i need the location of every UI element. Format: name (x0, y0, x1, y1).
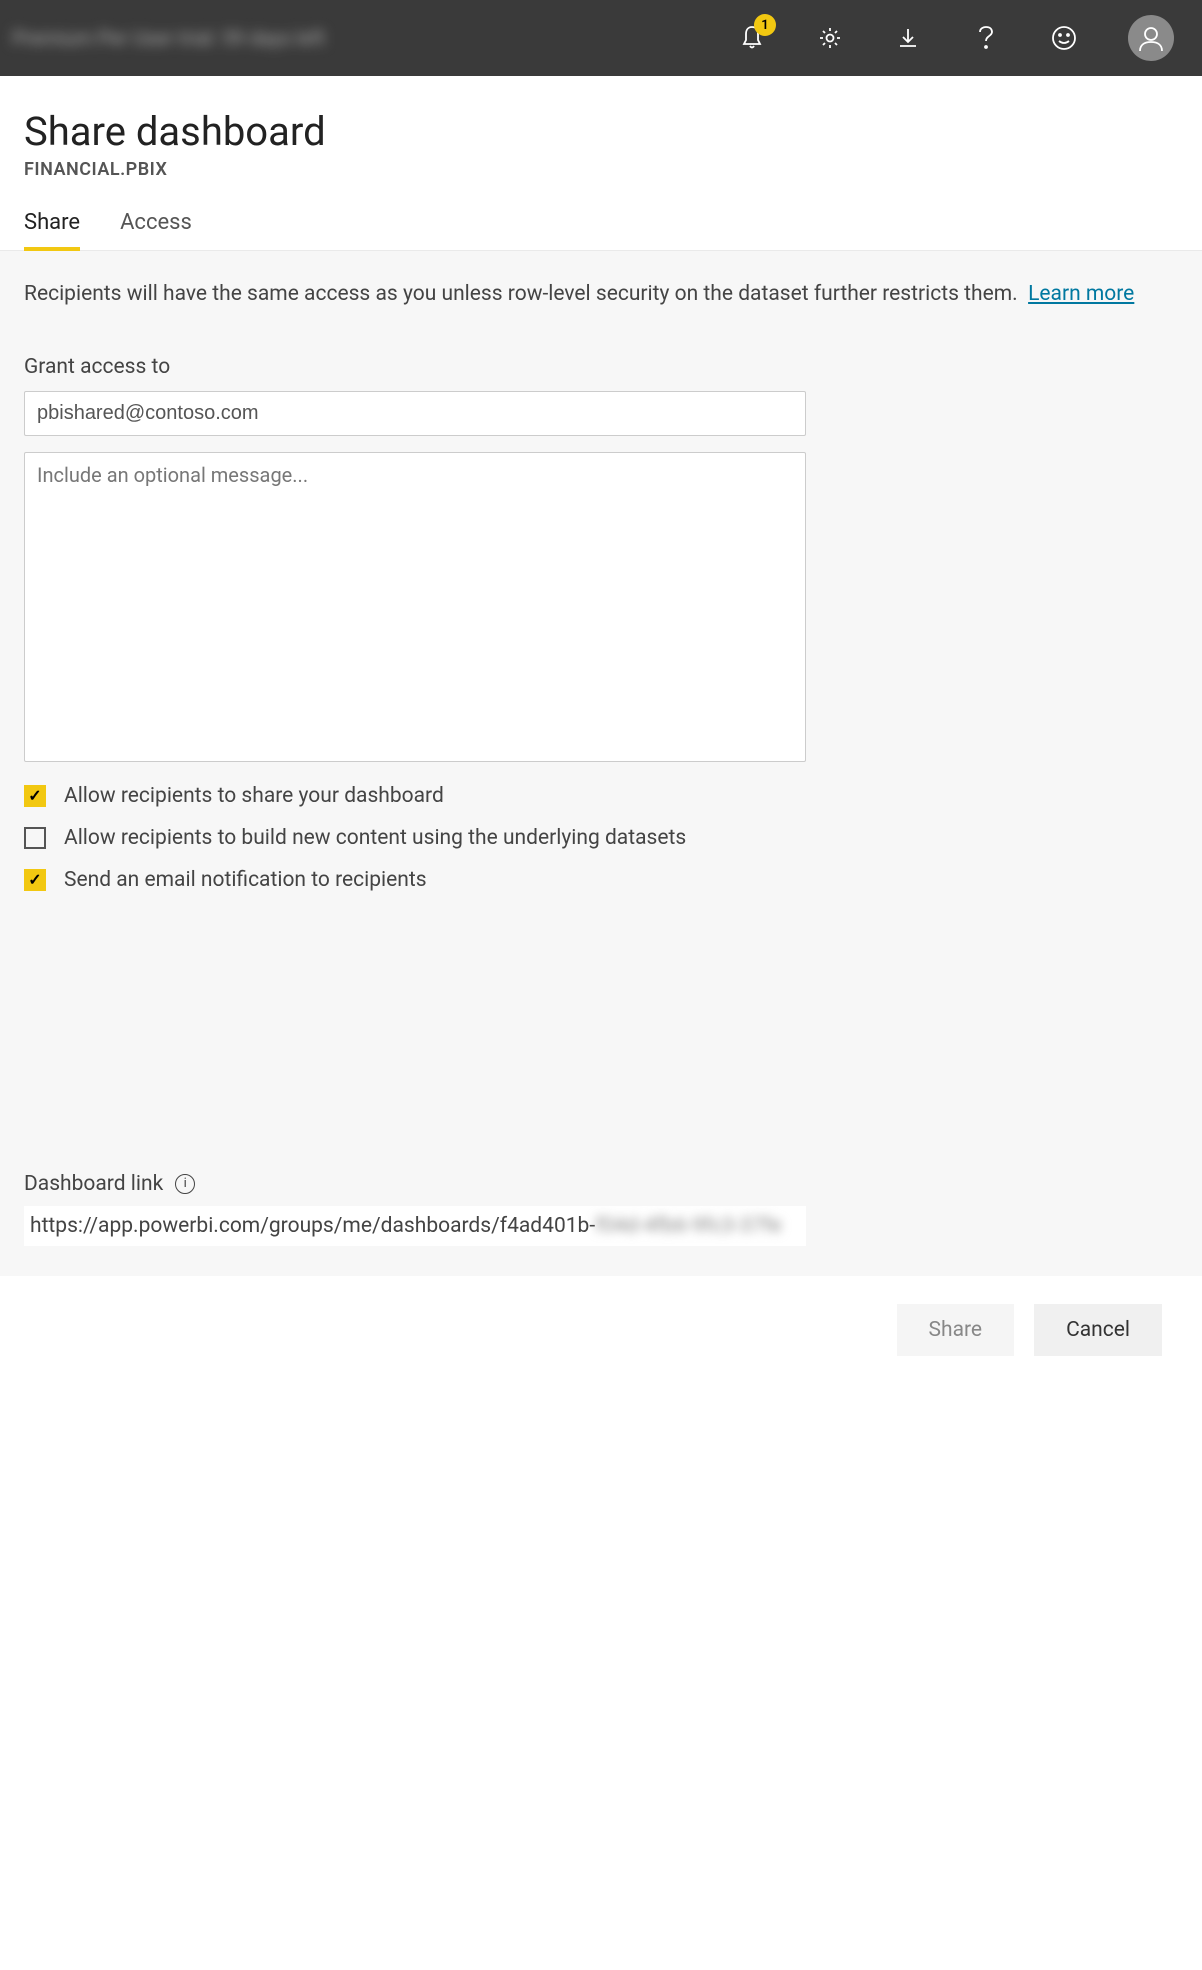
checkbox-send-email-label: Send an email notification to recipients (64, 868, 427, 892)
tabs: Share Access (0, 180, 1202, 251)
dashboard-link-hidden: f04d-4fb6-9fc3-37fe (595, 1214, 781, 1238)
footer: Share Cancel (0, 1276, 1202, 1396)
learn-more-link[interactable]: Learn more (1028, 282, 1134, 306)
share-panel: Recipients will have the same access as … (0, 251, 1202, 1276)
checkbox-allow-build-label: Allow recipients to build new content us… (64, 826, 686, 850)
feedback-button[interactable] (1050, 24, 1078, 52)
topbar-actions: 1 (738, 15, 1174, 61)
cancel-button[interactable]: Cancel (1034, 1304, 1162, 1356)
grant-access-label: Grant access to (24, 355, 1178, 379)
checkbox-row-allow-build: Allow recipients to build new content us… (24, 826, 1178, 850)
message-input[interactable] (24, 452, 806, 762)
user-avatar[interactable] (1128, 15, 1174, 61)
intro-main: Recipients will have the same access as … (24, 282, 1018, 306)
tab-access[interactable]: Access (120, 210, 192, 251)
checkbox-row-allow-share: Allow recipients to share your dashboard (24, 784, 1178, 808)
file-name: FINANCIAL.PBIX (24, 159, 1178, 180)
info-icon[interactable]: i (175, 1174, 195, 1194)
checkbox-allow-build[interactable] (24, 827, 46, 849)
checkbox-row-send-email: Send an email notification to recipients (24, 868, 1178, 892)
notification-badge: 1 (754, 14, 776, 36)
download-button[interactable] (894, 24, 922, 52)
trial-status: Premium Per User trial: 59 days left (12, 26, 325, 50)
notifications-button[interactable]: 1 (738, 24, 766, 52)
tab-share[interactable]: Share (24, 210, 80, 251)
dashboard-link-label-text: Dashboard link (24, 1172, 163, 1196)
checkbox-allow-share[interactable] (24, 785, 46, 807)
help-button[interactable] (972, 24, 1000, 52)
topbar: Premium Per User trial: 59 days left 1 (0, 0, 1202, 76)
dashboard-link-section: Dashboard link i https://app.powerbi.com… (24, 1172, 1178, 1246)
intro-text: Recipients will have the same access as … (24, 279, 1178, 311)
settings-button[interactable] (816, 24, 844, 52)
checkbox-send-email[interactable] (24, 869, 46, 891)
header: Share dashboard FINANCIAL.PBIX (0, 76, 1202, 180)
dashboard-link-field[interactable]: https://app.powerbi.com/groups/me/dashbo… (24, 1206, 806, 1246)
page-title: Share dashboard (24, 108, 1178, 155)
dashboard-link-label: Dashboard link i (24, 1172, 1178, 1196)
dashboard-link-visible: https://app.powerbi.com/groups/me/dashbo… (30, 1214, 595, 1238)
checkbox-allow-share-label: Allow recipients to share your dashboard (64, 784, 444, 808)
share-button[interactable]: Share (897, 1304, 1015, 1356)
recipient-input[interactable] (24, 391, 806, 436)
